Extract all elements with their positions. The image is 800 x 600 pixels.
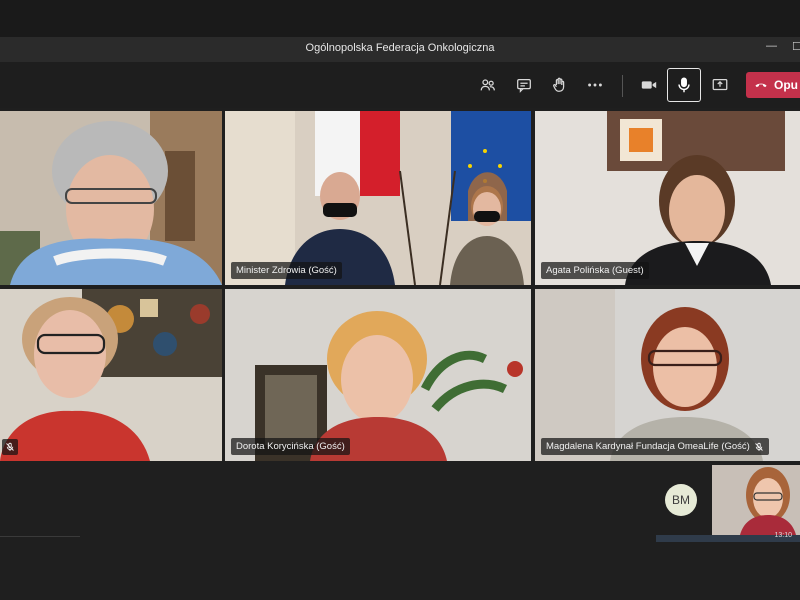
minimize-button[interactable]: — xyxy=(766,40,777,52)
participants-icon[interactable] xyxy=(477,74,499,96)
hang-up-icon xyxy=(755,83,767,88)
title-bar: Ogólnopolska Federacja Onkologiczna — ☐ xyxy=(0,37,800,62)
participant-video xyxy=(535,289,800,461)
video-tile-5[interactable]: Dorota Korycińska (Gość) xyxy=(225,289,531,461)
participant-name: Agata Polińska (Guest) xyxy=(546,265,644,276)
participant-name: Dorota Korycińska (Gość) xyxy=(236,441,345,452)
video-tile-3[interactable]: Agata Polińska (Guest) xyxy=(535,111,800,285)
maximize-button[interactable]: ☐ xyxy=(792,40,800,53)
meeting-toolbar: Opu xyxy=(0,62,800,108)
bottom-divider xyxy=(0,536,80,537)
self-view-bar: 13:10 xyxy=(656,532,800,542)
microphone-icon xyxy=(678,77,690,93)
self-view-image xyxy=(712,465,800,535)
chat-icon[interactable] xyxy=(513,74,535,96)
participant-avatar[interactable]: BM xyxy=(665,484,697,516)
participant-video xyxy=(225,289,531,461)
participant-name-tag: Dorota Korycińska (Gość) xyxy=(231,438,350,455)
share-screen-icon[interactable] xyxy=(709,74,731,96)
participant-video xyxy=(0,111,222,285)
video-tile-2[interactable]: Minister Zdrowia (Gość) xyxy=(225,111,531,285)
self-view-video[interactable] xyxy=(712,465,800,535)
participant-name-tag: Minister Zdrowia (Gość) xyxy=(231,262,342,279)
muted-microphone-icon xyxy=(755,442,763,451)
more-options-icon[interactable] xyxy=(584,74,606,96)
toolbar-divider xyxy=(622,75,623,97)
muted-microphone-icon xyxy=(6,442,14,451)
participant-name-tag: Magdalena Kardynał Fundacja OmeaLife (Go… xyxy=(541,438,769,455)
video-tile-1[interactable] xyxy=(0,111,222,285)
participant-name: Magdalena Kardynał Fundacja OmeaLife (Go… xyxy=(546,441,750,452)
top-strip xyxy=(0,0,800,37)
leave-button[interactable]: Opu xyxy=(746,72,800,98)
participant-name-tag: Agata Polińska (Guest) xyxy=(541,262,649,279)
participant-name: Minister Zdrowia (Gość) xyxy=(236,265,337,276)
self-view-time: 13:10 xyxy=(774,532,792,539)
video-tile-4[interactable] xyxy=(0,289,222,461)
video-tile-6[interactable]: Magdalena Kardynał Fundacja OmeaLife (Go… xyxy=(535,289,800,461)
microphone-button[interactable] xyxy=(667,68,701,102)
participant-name-tag xyxy=(2,439,18,455)
window-title: Ogólnopolska Federacja Onkologiczna xyxy=(305,42,495,54)
leave-label: Opu xyxy=(774,78,798,92)
participant-video xyxy=(225,111,531,285)
participant-video xyxy=(0,289,222,461)
camera-icon[interactable] xyxy=(638,74,660,96)
raise-hand-icon[interactable] xyxy=(549,74,571,96)
participant-video xyxy=(535,111,800,285)
